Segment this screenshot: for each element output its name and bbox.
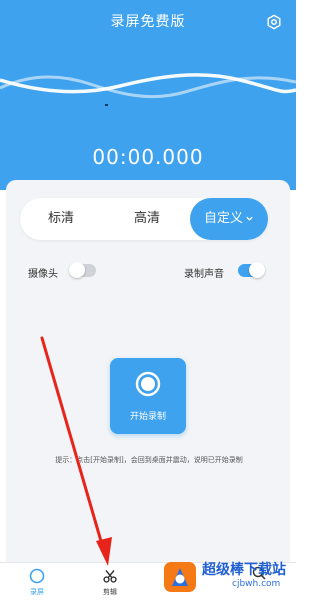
- status-dot: [105, 104, 108, 106]
- chevron-down-icon: [246, 216, 253, 221]
- quality-selector: 标清 高清 自定义: [20, 198, 268, 240]
- audio-toggle[interactable]: [238, 262, 265, 278]
- record-tab-icon: [29, 568, 45, 584]
- watermark-text: 超级棒下载站: [202, 562, 286, 578]
- camera-toggle[interactable]: [69, 262, 96, 278]
- audio-label: 录制声音: [184, 269, 224, 280]
- nav-item-record[interactable]: 录屏: [7, 563, 67, 600]
- wave-decoration: [0, 73, 296, 99]
- audio-toggle-knob: [249, 262, 265, 278]
- watermark-url: cjbwh.com: [232, 579, 281, 589]
- start-record-label: 开始录制: [129, 412, 166, 422]
- nav-item-edit[interactable]: 剪辑: [80, 563, 140, 600]
- watermark-logo-icon: [164, 562, 196, 592]
- nav-edit-label: 剪辑: [103, 588, 117, 596]
- app-title: 录屏免费版: [110, 14, 186, 30]
- camera-toggle-knob: [69, 262, 85, 278]
- quality-option-hd[interactable]: 高清: [112, 198, 182, 240]
- quality-option-sd[interactable]: 标清: [26, 198, 96, 240]
- nav-record-label: 录屏: [30, 588, 44, 596]
- scissors-icon: [103, 570, 117, 583]
- record-icon: [135, 371, 161, 397]
- watermark: 超级棒下载站 cjbwh.com: [162, 554, 296, 600]
- quality-custom-label: 自定义: [203, 211, 243, 226]
- start-record-button[interactable]: 开始录制: [110, 358, 186, 434]
- timer-display: 00:00.000: [92, 145, 204, 169]
- gear-icon[interactable]: [266, 14, 282, 30]
- quality-option-custom[interactable]: 自定义: [190, 198, 268, 240]
- header: 录屏免费版 00:00.000: [0, 0, 296, 190]
- camera-label: 摄像头: [28, 269, 58, 280]
- hint-text: 提示：点击[开始录制]，会回到桌面并震动，说明已开始录制: [55, 456, 243, 464]
